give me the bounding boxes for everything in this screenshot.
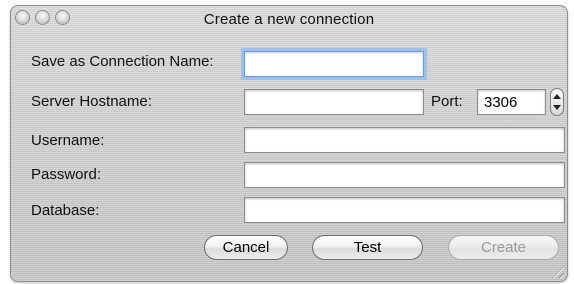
database-field[interactable] — [244, 197, 565, 223]
hostname-label: Server Hostname: — [31, 93, 152, 110]
stepper-up-icon[interactable] — [553, 94, 561, 99]
create-button[interactable]: Create — [448, 235, 559, 260]
password-label: Password: — [31, 166, 102, 183]
stepper-down-icon[interactable] — [553, 105, 561, 110]
username-label: Username: — [31, 132, 105, 149]
resize-grip-icon[interactable] — [552, 266, 564, 278]
password-field[interactable] — [244, 162, 565, 188]
title-bar[interactable]: Create a new connection — [11, 6, 567, 30]
port-label: Port: — [431, 93, 463, 110]
connection-name-label: Save as Connection Name: — [31, 53, 214, 70]
stepper-arrows-icon[interactable] — [550, 88, 564, 116]
database-label: Database: — [31, 202, 100, 219]
window-title: Create a new connection — [203, 11, 375, 28]
connection-name-field[interactable] — [244, 51, 424, 77]
test-button[interactable]: Test — [312, 235, 423, 260]
port-field[interactable] — [477, 89, 546, 115]
cancel-button[interactable]: Cancel — [204, 235, 288, 260]
hostname-field[interactable] — [244, 89, 424, 115]
connection-dialog: Create a new connection Save as Connecti… — [10, 5, 568, 282]
username-field[interactable] — [244, 127, 565, 153]
